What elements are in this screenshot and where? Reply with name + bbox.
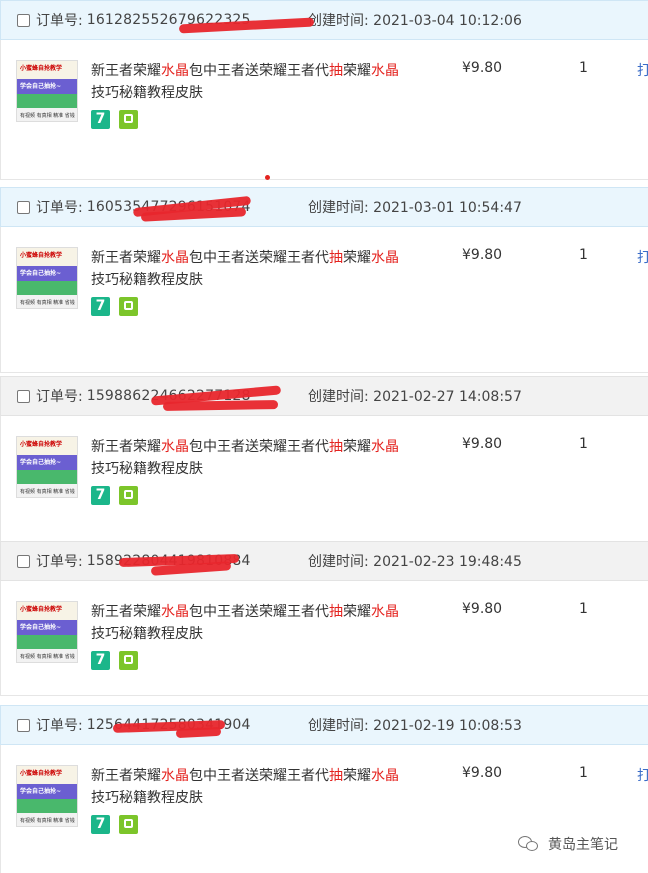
- watermark-text: 黄岛主笔记: [548, 837, 618, 853]
- created-label: 创建时间:: [308, 200, 369, 216]
- order-checkbox[interactable]: [17, 200, 30, 214]
- watermark: 黄岛主笔记: [518, 834, 618, 854]
- order-header: 订单号: 158922804419810884 创建时间: 2021-02-23…: [0, 541, 648, 581]
- item-price: ¥9.80: [462, 601, 503, 617]
- order-checkbox[interactable]: [17, 554, 30, 568]
- order-body: 小蜜蜂自抢教学 学会自己抽抢~ 有视频 有真相 精准 省钱 新王者荣耀水晶包中王…: [0, 581, 648, 696]
- product-title[interactable]: 新王者荣耀水晶包中王者送荣耀王者代抽荣耀水晶 技巧秘籍教程皮肤: [91, 247, 431, 291]
- created-label: 创建时间:: [308, 554, 369, 570]
- seven-day-return-icon: 7: [91, 486, 110, 505]
- service-badges: 7: [91, 110, 138, 129]
- order-action-link[interactable]: 打: [637, 247, 648, 267]
- order-action-link[interactable]: 打: [637, 765, 648, 785]
- product-thumbnail[interactable]: 小蜜蜂自抢教学 学会自己抽抢~ 有视频 有真相 精准 省钱: [16, 60, 78, 122]
- created-label: 创建时间:: [308, 13, 369, 29]
- order-card: 订单号: 160535477296151074 创建时间: 2021-03-01…: [0, 187, 648, 373]
- product-thumbnail[interactable]: 小蜜蜂自抢教学 学会自己抽抢~ 有视频 有真相 精准 省钱: [16, 436, 78, 498]
- order-header: 订单号: 125644172580341904 创建时间: 2021-02-19…: [0, 705, 648, 745]
- created-value: 2021-03-01 10:54:47: [373, 200, 522, 216]
- order-no-label: 订单号:: [36, 554, 83, 570]
- order-header: 订单号: 160535477296151074 创建时间: 2021-03-01…: [0, 187, 648, 227]
- order-no-label: 订单号:: [36, 13, 83, 29]
- service-badges: 7: [91, 651, 138, 670]
- order-checkbox[interactable]: [17, 13, 30, 27]
- product-thumbnail[interactable]: 小蜜蜂自抢教学 学会自己抽抢~ 有视频 有真相 精准 省钱: [16, 765, 78, 827]
- order-body: 小蜜蜂自抢教学 学会自己抽抢~ 有视频 有真相 精准 省钱 新王者荣耀水晶包中王…: [0, 40, 648, 180]
- created-time: 创建时间: 2021-02-19 10:08:53: [308, 715, 522, 735]
- created-time: 创建时间: 2021-03-04 10:12:06: [308, 10, 522, 30]
- service-badges: 7: [91, 297, 138, 316]
- product-title[interactable]: 新王者荣耀水晶包中王者送荣耀王者代抽荣耀水晶 技巧秘籍教程皮肤: [91, 765, 431, 809]
- seven-day-return-icon: 7: [91, 297, 110, 316]
- order-no-label: 订单号:: [36, 200, 83, 216]
- seven-day-return-icon: 7: [91, 651, 110, 670]
- item-quantity: 1: [579, 436, 588, 452]
- product-title[interactable]: 新王者荣耀水晶包中王者送荣耀王者代抽荣耀水晶 技巧秘籍教程皮肤: [91, 60, 431, 104]
- redaction-mark: [175, 726, 222, 739]
- created-label: 创建时间:: [308, 718, 369, 734]
- created-value: 2021-02-23 19:48:45: [373, 554, 522, 570]
- created-time: 创建时间: 2021-02-23 19:48:45: [308, 551, 522, 571]
- order-card: 订单号: 159886224662277128 创建时间: 2021-02-27…: [0, 376, 648, 562]
- product-thumbnail[interactable]: 小蜜蜂自抢教学 学会自己抽抢~ 有视频 有真相 精准 省钱: [16, 601, 78, 663]
- order-checkbox[interactable]: [17, 718, 30, 732]
- red-dot: [265, 175, 270, 180]
- item-quantity: 1: [579, 765, 588, 781]
- seven-day-return-icon: 7: [91, 110, 110, 129]
- order-no-label: 订单号:: [36, 389, 83, 405]
- item-quantity: 1: [579, 601, 588, 617]
- item-quantity: 1: [579, 247, 588, 263]
- order-no-label: 订单号:: [36, 718, 83, 734]
- product-title[interactable]: 新王者荣耀水晶包中王者送荣耀王者代抽荣耀水晶 技巧秘籍教程皮肤: [91, 436, 431, 480]
- guarantee-icon: [119, 297, 138, 316]
- seven-day-return-icon: 7: [91, 815, 110, 834]
- guarantee-icon: [119, 651, 138, 670]
- service-badges: 7: [91, 815, 138, 834]
- item-quantity: 1: [579, 60, 588, 76]
- created-value: 2021-02-27 14:08:57: [373, 389, 522, 405]
- order-body: 小蜜蜂自抢教学 学会自己抽抢~ 有视频 有真相 精准 省钱 新王者荣耀水晶包中王…: [0, 227, 648, 373]
- guarantee-icon: [119, 110, 138, 129]
- created-label: 创建时间:: [308, 389, 369, 405]
- service-badges: 7: [91, 486, 138, 505]
- item-price: ¥9.80: [462, 765, 503, 781]
- product-thumbnail[interactable]: 小蜜蜂自抢教学 学会自己抽抢~ 有视频 有真相 精准 省钱: [16, 247, 78, 309]
- item-price: ¥9.80: [462, 436, 503, 452]
- redaction-mark: [162, 399, 279, 412]
- order-checkbox[interactable]: [17, 389, 30, 403]
- created-time: 创建时间: 2021-02-27 14:08:57: [308, 386, 522, 406]
- item-price: ¥9.80: [462, 247, 503, 263]
- guarantee-icon: [119, 815, 138, 834]
- wechat-icon: [518, 836, 540, 852]
- created-time: 创建时间: 2021-03-01 10:54:47: [308, 197, 522, 217]
- item-price: ¥9.80: [462, 60, 503, 76]
- order-header: 订单号: 159886224662277128 创建时间: 2021-02-27…: [0, 376, 648, 416]
- created-value: 2021-02-19 10:08:53: [373, 718, 522, 734]
- product-title[interactable]: 新王者荣耀水晶包中王者送荣耀王者代抽荣耀水晶 技巧秘籍教程皮肤: [91, 601, 431, 645]
- order-header: 订单号: 161282552679622325 创建时间: 2021-03-04…: [0, 0, 648, 40]
- order-card: 订单号: 161282552679622325 创建时间: 2021-03-04…: [0, 0, 648, 180]
- guarantee-icon: [119, 486, 138, 505]
- order-card: 订单号: 158922804419810884 创建时间: 2021-02-23…: [0, 541, 648, 696]
- created-value: 2021-03-04 10:12:06: [373, 13, 522, 29]
- order-action-link[interactable]: 打: [637, 60, 648, 80]
